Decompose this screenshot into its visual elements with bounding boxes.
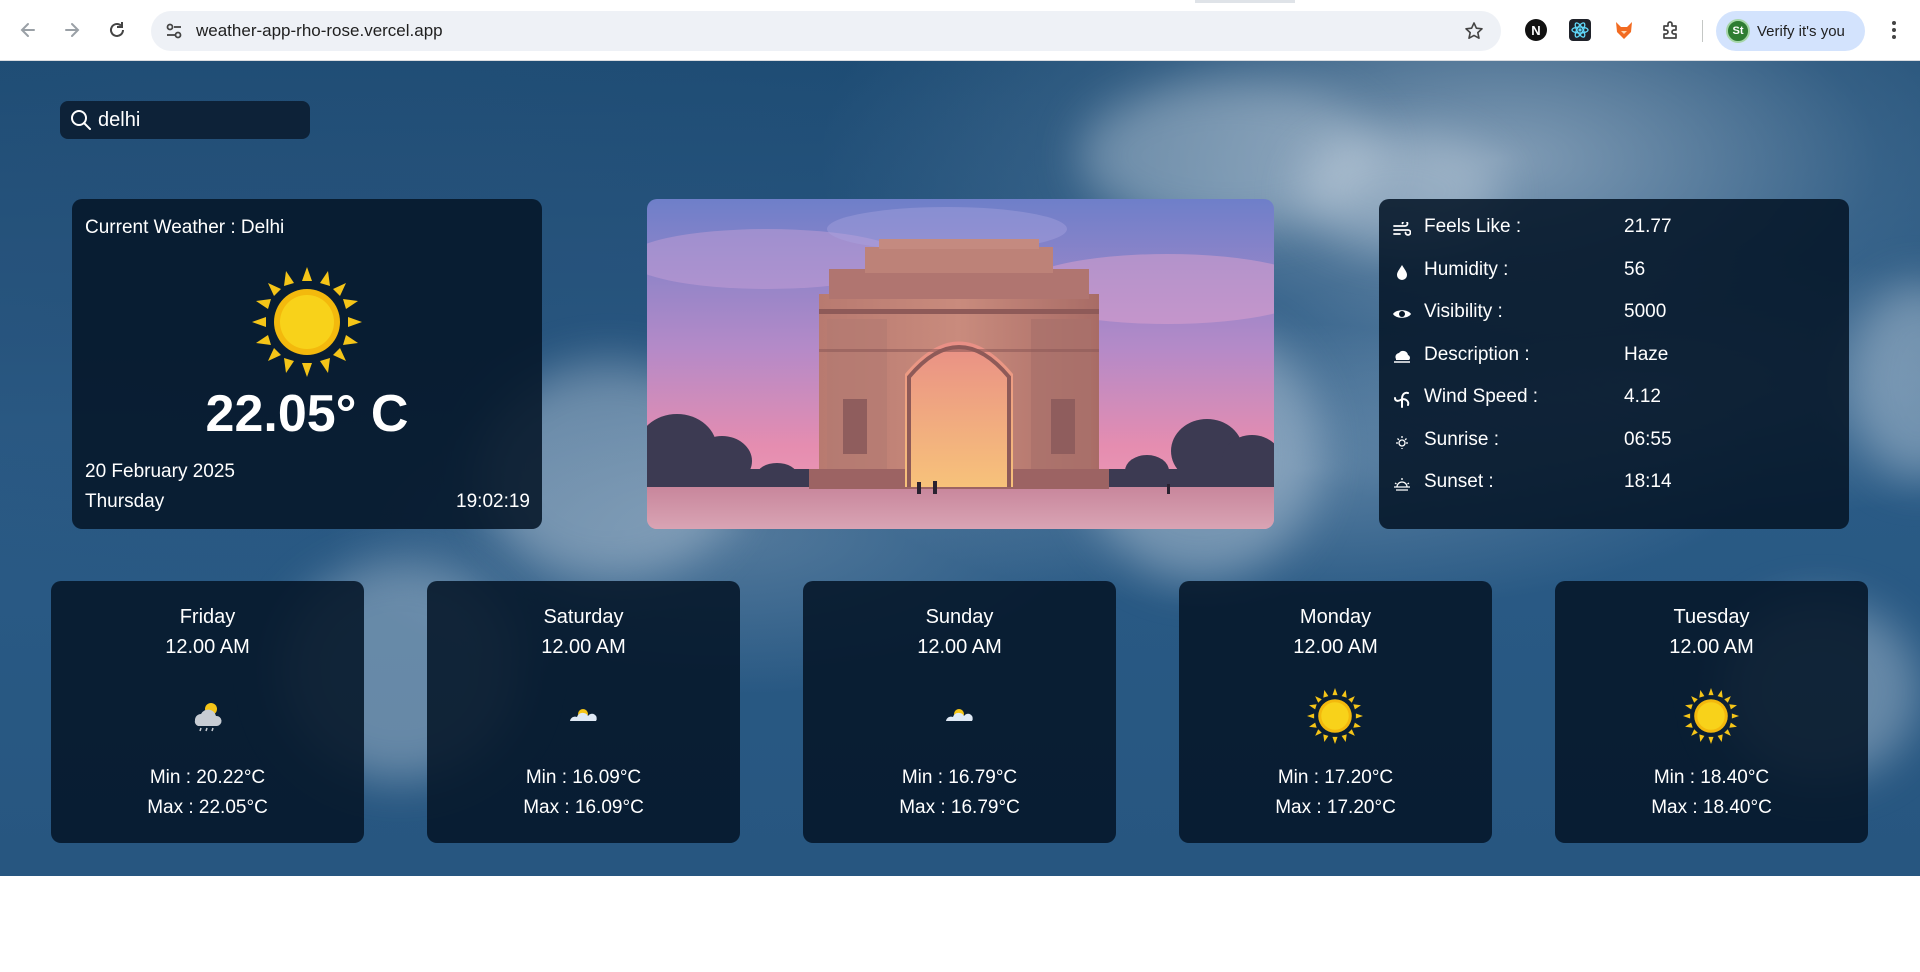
detail-row-sunset: Sunset : 18:14 [1391, 468, 1831, 498]
sun-icon [252, 267, 362, 377]
forward-arrow-icon [65, 23, 80, 37]
sun-icon [1681, 686, 1741, 746]
forecast-card-tuesday: Tuesday 12.00 AM Min : 18.40°C Max : 18.… [1555, 581, 1868, 843]
india-gate-image [647, 199, 1274, 529]
forecast-card-monday: Monday 12.00 AM Min : 17.20°C Max : 17.2… [1179, 581, 1492, 843]
detail-row-sunrise: Sunrise : 06:55 [1391, 426, 1831, 456]
current-weather-title: Current Weather : Delhi [85, 217, 285, 238]
forecast-day: Sunday [925, 606, 994, 628]
forecast-max: Max : 16.79°C [899, 797, 1020, 818]
forecast-time: 12.00 AM [1669, 636, 1754, 658]
detail-row-feels-like: Feels Like : 21.77 [1391, 213, 1831, 243]
back-button[interactable] [12, 14, 44, 46]
detail-row-humidity: Humidity : 56 [1391, 256, 1831, 286]
current-temperature: 22.05° C [205, 385, 409, 443]
extension-react-devtools-icon[interactable] [1566, 16, 1594, 44]
current-weather-card: Current Weather : Delhi 22.05° C 20 Febr… [72, 199, 542, 529]
current-date: 20 February 2025 [85, 461, 235, 482]
cloud-rain-icon [177, 686, 237, 746]
weather-details-card: Feels Like : 21.77 Humidity : 56 Visibil… [1379, 199, 1849, 529]
address-bar[interactable]: weather-app-rho-rose.vercel.app [151, 11, 1501, 51]
forecast-max: Max : 17.20°C [1275, 797, 1396, 818]
humidity-icon [1391, 262, 1413, 282]
forecast-card-sunday: Sunday 12.00 AM Min : 16.79°C Max : 16.7… [803, 581, 1116, 843]
extensions-puzzle-icon[interactable] [1657, 16, 1685, 44]
detail-row-wind-speed: Wind Speed : 4.12 [1391, 383, 1831, 413]
forecast-day: Monday [1299, 606, 1372, 628]
forward-button[interactable] [56, 14, 88, 46]
forecast-time: 12.00 AM [541, 636, 626, 658]
sunrise-icon [1391, 432, 1413, 452]
kebab-menu-icon [1892, 21, 1896, 39]
forecast-min: Min : 20.22°C [149, 767, 266, 788]
forecast-min: Min : 17.20°C [1277, 767, 1394, 788]
profile-verify-button[interactable]: St Verify it's you [1716, 11, 1865, 51]
search-input[interactable] [98, 108, 298, 132]
reload-button[interactable] [101, 14, 133, 46]
current-time: 19:02:19 [456, 491, 530, 512]
forecast-max: Max : 16.09°C [523, 797, 644, 818]
description-icon [1391, 347, 1413, 367]
detail-row-description: Description : Haze [1391, 341, 1831, 371]
bookmark-star-icon[interactable] [1463, 20, 1485, 42]
reload-icon [110, 22, 124, 37]
forecast-card-saturday: Saturday 12.00 AM Min : 16.09°C Max : 16… [427, 581, 740, 843]
tab-strip-edge [1195, 0, 1295, 3]
detail-row-visibility: Visibility : 5000 [1391, 298, 1831, 328]
city-photo [647, 199, 1274, 529]
forecast-max: Max : 22.05°C [147, 797, 268, 818]
forecast-day: Tuesday [1673, 606, 1750, 628]
forecast-max: Max : 18.40°C [1651, 797, 1772, 818]
forecast-time: 12.00 AM [1293, 636, 1378, 658]
forecast-time: 12.00 AM [165, 636, 250, 658]
forecast-time: 12.00 AM [917, 636, 1002, 658]
city-search[interactable] [60, 101, 310, 139]
forecast-min: Min : 18.40°C [1653, 767, 1770, 788]
avatar: St [1726, 19, 1750, 43]
search-icon[interactable] [68, 107, 94, 133]
extension-fox-icon[interactable] [1610, 16, 1638, 44]
forecast-day: Friday [179, 606, 236, 628]
browser-toolbar: weather-app-rho-rose.vercel.app N St Ver… [0, 0, 1920, 61]
forecast-card-friday: Friday 12.00 AM Min : 20.22°C Max : 22.0… [51, 581, 364, 843]
sun-icon [1305, 686, 1365, 746]
cloud-sun-icon [553, 686, 613, 746]
current-day: Thursday [85, 491, 165, 512]
wind-speed-icon [1391, 389, 1413, 409]
feels-like-icon [1391, 219, 1413, 239]
toolbar-divider [1702, 20, 1703, 42]
forecast-min: Min : 16.09°C [525, 767, 642, 788]
site-info-icon[interactable] [163, 20, 185, 42]
forecast-min: Min : 16.79°C [901, 767, 1018, 788]
cloud-sun-icon [929, 686, 989, 746]
extension-n-icon[interactable]: N [1522, 16, 1550, 44]
back-arrow-icon [20, 23, 35, 37]
visibility-icon [1391, 304, 1413, 324]
weather-app-page: Current Weather : Delhi [0, 61, 1920, 876]
browser-menu-button[interactable] [1880, 16, 1908, 44]
profile-label: Verify it's you [1757, 22, 1845, 40]
sunset-icon [1391, 474, 1413, 494]
url-text[interactable]: weather-app-rho-rose.vercel.app [196, 21, 443, 41]
forecast-day: Saturday [543, 606, 624, 628]
